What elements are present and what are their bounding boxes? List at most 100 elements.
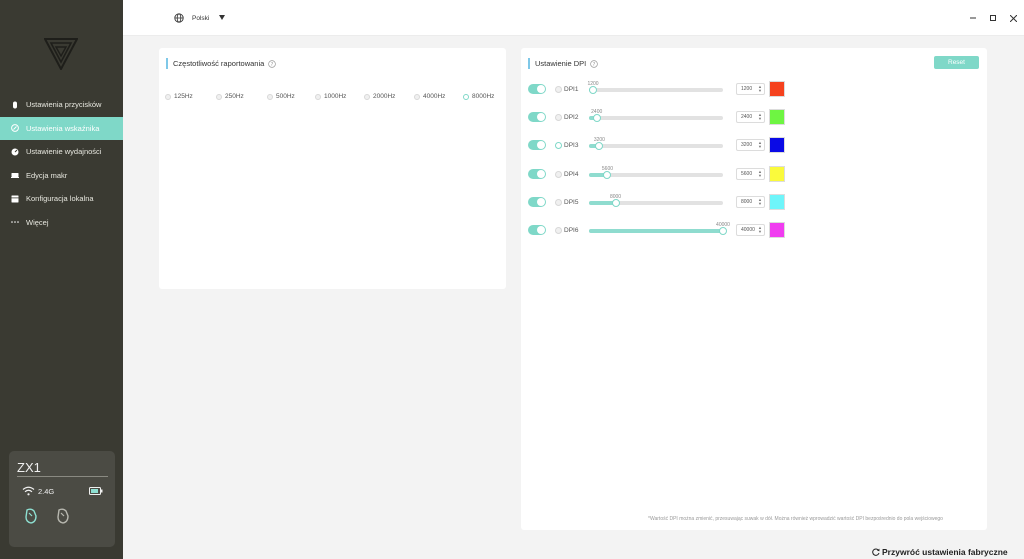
dpi-select-radio[interactable] — [555, 170, 562, 178]
close-button[interactable] — [1008, 13, 1018, 23]
sidebar-item-macros[interactable]: Edycja makr — [0, 164, 123, 188]
rate-option-4000[interactable]: 4000Hz — [414, 93, 445, 100]
dpi-value-input[interactable]: 5600 ▲ ▼ — [736, 167, 765, 180]
dpi-value-input[interactable]: 2400 ▲ ▼ — [736, 111, 765, 124]
spinner-arrows-icon[interactable]: ▲ ▼ — [758, 226, 762, 234]
mouse-icon — [9, 101, 21, 109]
dpi-value-input[interactable]: 8000 ▲ ▼ — [736, 195, 765, 208]
radio-button[interactable] — [414, 93, 420, 100]
device-name: ZX1 — [17, 460, 41, 475]
dpi-enable-toggle[interactable] — [528, 84, 546, 94]
maximize-button[interactable] — [988, 13, 998, 23]
dpi-select-radio[interactable] — [555, 198, 562, 206]
spinner-arrows-icon[interactable]: ▲ ▼ — [758, 85, 762, 93]
dpi-select-radio[interactable] — [555, 86, 562, 93]
rate-option-500[interactable]: 500Hz — [267, 93, 295, 100]
dpi-slider-thumb[interactable] — [611, 198, 620, 207]
svg-text:?: ? — [271, 61, 274, 67]
report-rate-options: 125Hz 250Hz 500Hz 1000Hz 2000Hz 4000Hz 8… — [164, 93, 499, 103]
dpi-color-swatch[interactable] — [769, 165, 785, 182]
dpi-color-swatch[interactable] — [769, 137, 785, 154]
radio-button[interactable] — [165, 93, 171, 100]
rate-option-125[interactable]: 125Hz — [165, 93, 193, 100]
dpi-slider-value: 2400 — [591, 109, 603, 116]
dpi-enable-toggle[interactable] — [528, 225, 546, 235]
radio-button[interactable] — [216, 93, 222, 100]
device-mouse-icon[interactable] — [24, 508, 38, 524]
dpi-input-value: 3200 — [741, 142, 753, 149]
top-bar: Polski — [123, 0, 1024, 36]
help-icon[interactable]: ? — [590, 59, 599, 68]
radio-button-selected[interactable] — [463, 93, 469, 100]
dpi-slider[interactable]: 8000 — [589, 194, 723, 207]
dpi-title: Ustawienie DPI — [535, 59, 587, 68]
rate-option-label: 1000Hz — [324, 93, 347, 100]
caret-down-icon[interactable] — [219, 15, 225, 20]
spinner-arrows-icon[interactable]: ▲ ▼ — [758, 169, 762, 178]
dpi-select-radio[interactable] — [555, 114, 562, 122]
dpi-slider-value: 8000 — [609, 193, 622, 200]
dpi-color-swatch[interactable] — [769, 222, 785, 238]
dpi-select-radio[interactable] — [555, 142, 562, 150]
dpi-value-input[interactable]: 40000 ▲ ▼ — [736, 224, 765, 236]
sidebar-item-label: Ustawienie wydajności — [26, 147, 102, 157]
dpi-slider-thumb[interactable] — [592, 114, 601, 123]
sidebar-item-more[interactable]: Więcej — [0, 211, 123, 235]
sidebar-item-local-config[interactable]: Konfiguracja lokalna — [0, 187, 123, 211]
spinner-arrows-icon[interactable]: ▲ ▼ — [758, 141, 762, 149]
radio-button[interactable] — [267, 93, 273, 100]
dpi-color-swatch[interactable] — [769, 109, 785, 126]
rate-option-label: 8000Hz — [472, 93, 495, 100]
spinner-arrows-icon[interactable]: ▲ ▼ — [758, 113, 762, 121]
dpi-slider[interactable]: 1200 — [587, 81, 723, 94]
dpi-slider-value: 1200 — [587, 81, 599, 87]
sidebar-item-buttons[interactable]: Ustawienia przycisków — [0, 93, 123, 117]
sidebar-item-pointer[interactable]: Ustawienia wskaźnika — [0, 116, 123, 140]
refresh-icon — [872, 548, 880, 556]
dpi-row: DPI2 2400 2400 ▲ ▼ — [528, 109, 983, 126]
rate-option-250[interactable]: 250Hz — [216, 93, 244, 100]
reset-button[interactable]: Reset — [934, 56, 979, 69]
radio-button[interactable] — [315, 93, 321, 100]
dpi-slider-thumb[interactable] — [719, 227, 727, 235]
sidebar-item-label: Więcej — [26, 217, 49, 227]
dpi-row: DPI4 5600 5600 ▲ ▼ — [528, 165, 983, 182]
dpi-color-swatch[interactable] — [769, 193, 785, 210]
dpi-slider-thumb[interactable] — [603, 170, 612, 179]
dpi-value-input[interactable]: 3200 ▲ ▼ — [736, 139, 765, 152]
dpi-slider-thumb[interactable] — [595, 142, 604, 151]
dpi-slider[interactable]: 3200 — [589, 137, 723, 151]
dpi-enable-toggle[interactable] — [528, 140, 546, 151]
factory-reset-button[interactable]: Przywróć ustawienia fabryczne — [872, 547, 1008, 557]
dpi-input-value: 40000 — [741, 227, 755, 233]
device-receiver-icon[interactable] — [56, 508, 70, 524]
dpi-enable-toggle[interactable] — [528, 168, 546, 179]
pointer-icon — [9, 124, 21, 133]
dpi-select-radio[interactable] — [555, 227, 562, 234]
dpi-label: DPI6 — [564, 227, 579, 234]
rate-option-2000[interactable]: 2000Hz — [364, 93, 395, 100]
dpi-enable-toggle[interactable] — [528, 112, 546, 123]
dpi-input-value: 1200 — [741, 86, 753, 92]
rate-option-label: 2000Hz — [373, 93, 396, 100]
svg-text:?: ? — [593, 61, 596, 67]
globe-icon[interactable] — [174, 13, 184, 23]
radio-button[interactable] — [364, 93, 370, 100]
dpi-slider[interactable]: 5600 — [589, 166, 723, 179]
dpi-slider[interactable]: 40000 — [589, 222, 730, 235]
rate-option-1000[interactable]: 1000Hz — [315, 93, 346, 100]
dpi-slider-thumb[interactable] — [589, 86, 597, 94]
help-icon[interactable]: ? — [268, 59, 277, 68]
language-select[interactable]: Polski — [192, 15, 209, 22]
dpi-value-input[interactable]: 1200 ▲ ▼ — [736, 83, 765, 95]
dpi-color-swatch[interactable] — [769, 81, 785, 97]
sidebar-item-performance[interactable]: Ustawienie wydajności — [0, 140, 123, 164]
spinner-arrows-icon[interactable]: ▲ ▼ — [758, 197, 762, 206]
dpi-slider[interactable]: 2400 — [589, 109, 723, 123]
minimize-button[interactable] — [968, 13, 978, 23]
dpi-enable-toggle[interactable] — [528, 196, 546, 207]
rate-option-8000[interactable]: 8000Hz — [463, 93, 494, 100]
dpi-input-value: 2400 — [741, 114, 753, 121]
dpi-label: DPI1 — [564, 86, 579, 93]
dpi-row: DPI1 1200 1200 ▲ ▼ — [528, 81, 983, 97]
